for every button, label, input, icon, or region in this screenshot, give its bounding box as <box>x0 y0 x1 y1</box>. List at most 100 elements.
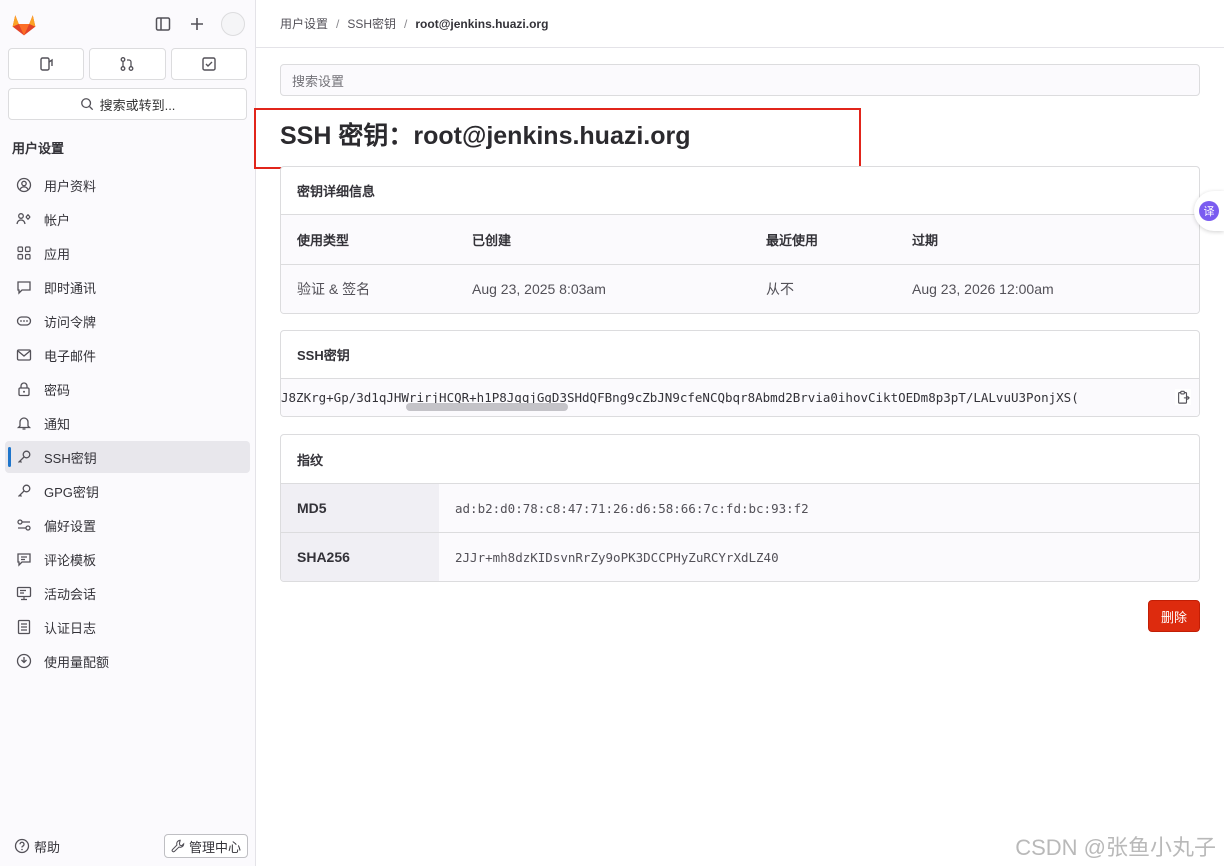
sidebar-item-applications[interactable]: 应用 <box>5 237 250 269</box>
fingerprint-label: MD5 <box>281 484 439 532</box>
copy-icon[interactable] <box>1175 389 1191 405</box>
merge-request-icon <box>121 57 134 71</box>
merge-requests-button[interactable] <box>89 48 166 80</box>
breadcrumb-item-current[interactable]: root@jenkins.huazi.org <box>415 17 548 31</box>
toggle-sidebar-icon[interactable] <box>153 14 173 34</box>
sidebar-item-label: 偏好设置 <box>44 518 97 534</box>
monitor-icon <box>15 584 33 602</box>
log-icon <box>15 618 33 636</box>
chat-icon <box>15 278 33 296</box>
column-last-used: 最近使用 <box>766 233 819 248</box>
sidebar-item-ssh-keys[interactable]: SSH密钥 <box>5 441 250 473</box>
sidebar-item-label: SSH密钥 <box>44 450 97 466</box>
sidebar-item-label: 应用 <box>44 246 71 262</box>
wrench-icon <box>171 839 185 853</box>
expires-value: Aug 23, 2026 12:00am <box>912 281 1054 297</box>
sidebar-quick-buttons <box>0 48 255 80</box>
horizontal-scrollbar[interactable] <box>406 403 568 411</box>
breadcrumb-item-user-settings[interactable]: 用户设置 <box>280 15 328 32</box>
comment-template-icon <box>15 550 33 568</box>
key-details-value-row: 验证 & 签名 Aug 23, 2025 8:03am 从不 Aug 23, 2… <box>281 264 1199 313</box>
settings-search-input[interactable]: 搜索设置 <box>280 64 1200 96</box>
todo-button[interactable] <box>170 48 247 80</box>
plus-icon[interactable] <box>187 14 207 34</box>
sidebar-item-label: 密码 <box>44 382 71 398</box>
avatar[interactable] <box>221 12 245 36</box>
admin-area-button[interactable]: 管理中心 <box>163 834 248 858</box>
lock-icon <box>15 380 33 398</box>
fingerprint-value: ad:b2:d0:78:c8:47:71:26:d6:58:66:7c:fd:b… <box>455 500 809 516</box>
ssh-key-title: SSH密钥 <box>281 331 1199 379</box>
sidebar-item-preferences[interactable]: 偏好设置 <box>5 509 250 541</box>
breadcrumb-separator: / <box>404 16 408 31</box>
sidebar-item-label: 电子邮件 <box>44 348 97 364</box>
applications-icon <box>15 244 33 262</box>
last-used-value: 从不 <box>766 281 794 297</box>
sidebar-item-chat[interactable]: 即时通讯 <box>5 271 250 303</box>
created-value: Aug 23, 2025 8:03am <box>472 281 606 297</box>
fingerprints-title: 指纹 <box>297 452 324 468</box>
sidebar-nav: 用户资料 帐户 应用 即时通讯 访问令牌 电子邮件 密码 通知 SSH密钥 GP… <box>0 169 255 677</box>
sidebar-search-button[interactable]: 搜索或转到... <box>8 88 247 120</box>
fingerprint-label: SHA256 <box>281 533 439 581</box>
fingerprint-row-md5: MD5 ad:b2:d0:78:c8:47:71:26:d6:58:66:7c:… <box>281 483 1199 532</box>
sidebar-item-access-tokens[interactable]: 访问令牌 <box>5 305 250 337</box>
sidebar-item-label: 访问令牌 <box>44 314 97 330</box>
user-profile-icon <box>15 176 33 194</box>
sidebar-item-notifications[interactable]: 通知 <box>5 407 250 439</box>
search-icon <box>80 98 93 111</box>
help-label: 帮助 <box>34 839 61 855</box>
issues-button[interactable] <box>8 48 85 80</box>
main-content: 用户设置 / SSH密钥 / root@jenkins.huazi.org 搜索… <box>254 0 1224 866</box>
key-details-header-row: 使用类型 已创建 最近使用 过期 <box>281 215 1199 264</box>
help-icon <box>14 838 30 854</box>
column-expires: 过期 <box>912 233 939 248</box>
help-button[interactable]: 帮助 <box>14 837 60 856</box>
column-created: 已创建 <box>472 233 512 248</box>
mail-icon <box>15 346 33 364</box>
sidebar-item-label: 通知 <box>44 416 71 432</box>
translate-icon: 译 <box>1199 201 1219 221</box>
key-details-card: 密钥详细信息 使用类型 已创建 最近使用 过期 验证 & 签名 Aug 23, … <box>280 166 1200 314</box>
sidebar-bottom: 帮助 管理中心 <box>0 834 256 858</box>
todo-icon <box>202 57 216 71</box>
sidebar-item-usage-quotas[interactable]: 使用量配额 <box>5 645 250 677</box>
sidebar-top <box>0 0 255 48</box>
key-icon <box>15 448 33 466</box>
breadcrumb-separator: / <box>336 16 340 31</box>
delete-button[interactable]: 删除 <box>1148 600 1200 632</box>
ssh-key-value: J8ZKrg+Gp/3d1qJHWrirjHCQR+h1P8JqqjGgD3SH… <box>281 390 1079 405</box>
account-icon <box>15 210 33 228</box>
sidebar-item-label: 帐户 <box>44 212 71 228</box>
sidebar-section-title: 用户设置 <box>12 141 65 156</box>
sidebar-item-label: 认证日志 <box>44 620 97 636</box>
sidebar-item-comment-templates[interactable]: 评论模板 <box>5 543 250 575</box>
ssh-key-value-field[interactable]: J8ZKrg+Gp/3d1qJHWrirjHCQR+h1P8JqqjGgD3SH… <box>281 379 1199 416</box>
sidebar-item-label: 活动会话 <box>44 586 97 602</box>
sidebar-item-profile[interactable]: 用户资料 <box>5 169 250 201</box>
fingerprints-card: 指纹 MD5 ad:b2:d0:78:c8:47:71:26:d6:58:66:… <box>280 434 1200 582</box>
sidebar-item-password[interactable]: 密码 <box>5 373 250 405</box>
sidebar-item-active-sessions[interactable]: 活动会话 <box>5 577 250 609</box>
issues-icon <box>40 57 53 71</box>
sidebar-item-auth-log[interactable]: 认证日志 <box>5 611 250 643</box>
sidebar-item-account[interactable]: 帐户 <box>5 203 250 235</box>
breadcrumb-item-ssh-keys[interactable]: SSH密钥 <box>347 15 396 32</box>
sidebar-item-label: 使用量配额 <box>44 654 110 670</box>
sidebar-item-label: 即时通讯 <box>44 280 97 296</box>
sidebar-item-gpg-keys[interactable]: GPG密钥 <box>5 475 250 507</box>
sidebar: 搜索或转到... 用户设置 用户资料 帐户 应用 即时通讯 访问令牌 电子邮件 <box>0 0 256 866</box>
fingerprint-value: 2JJr+mh8dzKIDsvnRrZy9oPK3DCCPHyZuRCYrXdL… <box>455 549 779 565</box>
sidebar-item-label: 用户资料 <box>44 178 97 194</box>
sidebar-item-label: 评论模板 <box>44 552 97 568</box>
ssh-key-card: SSH密钥 J8ZKrg+Gp/3d1qJHWrirjHCQR+h1P8Jqqj… <box>280 330 1200 417</box>
sidebar-search-label: 搜索或转到... <box>99 97 176 113</box>
gitlab-logo-icon[interactable] <box>10 10 38 38</box>
preferences-icon <box>15 516 33 534</box>
settings-search-placeholder: 搜索设置 <box>292 73 345 89</box>
fingerprint-row-sha256: SHA256 2JJr+mh8dzKIDsvnRrZy9oPK3DCCPHyZu… <box>281 532 1199 581</box>
key-details-title: 密钥详细信息 <box>281 167 1199 215</box>
sidebar-item-emails[interactable]: 电子邮件 <box>5 339 250 371</box>
breadcrumb: 用户设置 / SSH密钥 / root@jenkins.huazi.org <box>256 0 1224 48</box>
key-icon <box>15 482 33 500</box>
